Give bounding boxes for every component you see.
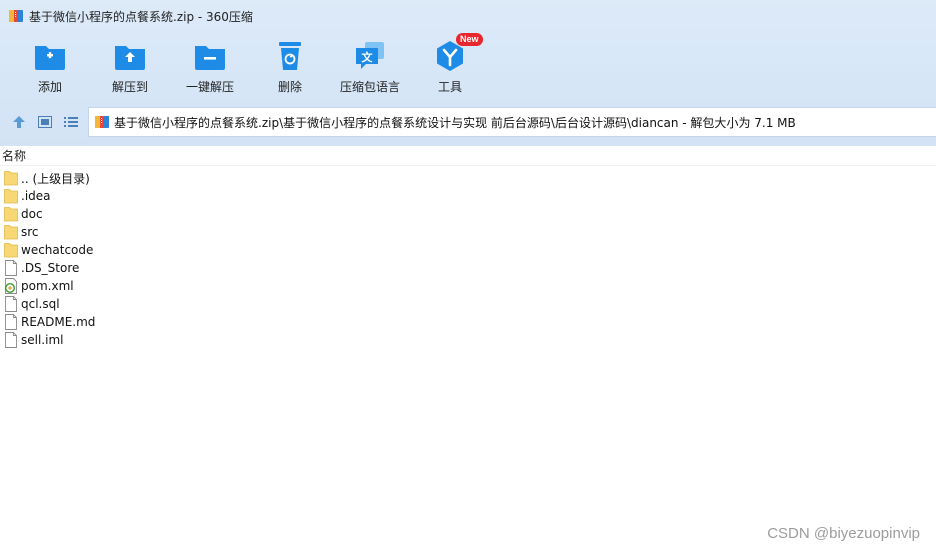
- navigation-row: 基于微信小程序的点餐系统.zip\基于微信小程序的点餐系统设计与实现 前后台源码…: [0, 107, 936, 137]
- add-button-label: 添加: [37, 80, 62, 94]
- add-button[interactable]: 添加: [10, 36, 90, 98]
- file-name: qcl.sql: [21, 297, 60, 311]
- toolbar: 添加 解压到 一键解压 删除 文 压缩包语言 New 工具: [10, 33, 490, 98]
- document-icon: [5, 332, 17, 348]
- extract-to-button[interactable]: 解压到: [90, 36, 170, 98]
- watermark: CSDN @biyezuopinvip: [767, 525, 920, 542]
- file-row-pom-xml[interactable]: pom.xml: [0, 277, 936, 295]
- file-name: wechatcode: [21, 243, 94, 257]
- address-path: 基于微信小程序的点餐系统.zip\基于微信小程序的点餐系统设计与实现 前后台源码…: [114, 115, 796, 130]
- column-header-name[interactable]: 名称: [2, 147, 26, 164]
- language-icon: 文: [356, 42, 384, 69]
- archive-icon: [95, 116, 109, 128]
- file-list-header: 名称: [0, 146, 936, 166]
- file-row-wechatcode[interactable]: wechatcode: [0, 241, 936, 259]
- archive-language-button-label: 压缩包语言: [339, 80, 400, 94]
- one-click-extract-button[interactable]: 一键解压: [170, 36, 250, 98]
- thumbnail-view-button[interactable]: [34, 111, 56, 133]
- list-view-button[interactable]: [60, 111, 82, 133]
- folder-icon: [4, 243, 18, 258]
- file-name: .. (上级目录): [21, 171, 90, 186]
- delete-button-label: 删除: [277, 80, 302, 94]
- file-row-ds-store[interactable]: .DS_Store: [0, 259, 936, 277]
- file-row-sell-iml[interactable]: sell.iml: [0, 331, 936, 349]
- new-badge: New: [456, 33, 483, 46]
- thumbnail-view-icon: [38, 116, 52, 128]
- folder-icon: [4, 171, 18, 186]
- delete-icon: [279, 42, 301, 70]
- extract-to-icon: [115, 46, 145, 70]
- file-list: .. (上级目录) .idea doc src wechatcode .DS_S…: [0, 169, 936, 349]
- file-name: README.md: [21, 315, 96, 329]
- file-row-qcl-sql[interactable]: qcl.sql: [0, 295, 936, 313]
- document-icon: [5, 260, 17, 276]
- xml-file-icon: [4, 278, 17, 294]
- delete-button[interactable]: 删除: [250, 36, 330, 98]
- file-row-doc[interactable]: doc: [0, 205, 936, 223]
- archive-language-button[interactable]: 文 压缩包语言: [330, 36, 410, 98]
- title-bar: 基于微信小程序的点餐系统.zip - 360压缩: [0, 0, 936, 32]
- file-name: .DS_Store: [21, 261, 80, 275]
- address-bar[interactable]: 基于微信小程序的点餐系统.zip\基于微信小程序的点餐系统设计与实现 前后台源码…: [88, 107, 936, 137]
- one-click-extract-button-label: 一键解压: [185, 80, 234, 94]
- up-arrow-icon: [13, 116, 25, 128]
- file-row-src[interactable]: src: [0, 223, 936, 241]
- folder-icon: [4, 225, 18, 240]
- document-icon: [5, 296, 17, 312]
- add-icon: [35, 46, 65, 70]
- folder-icon: [4, 207, 18, 222]
- one-click-extract-icon: [195, 46, 225, 70]
- file-name: doc: [21, 207, 43, 221]
- tools-button-label: 工具: [437, 80, 462, 94]
- window-title: 基于微信小程序的点餐系统.zip - 360压缩: [29, 9, 253, 24]
- file-row-idea[interactable]: .idea: [0, 187, 936, 205]
- svg-text:文: 文: [362, 50, 374, 64]
- document-icon: [5, 314, 17, 330]
- list-view-icon: [64, 117, 78, 127]
- archive-icon: [9, 10, 23, 22]
- folder-icon: [4, 189, 18, 204]
- file-name: sell.iml: [21, 333, 64, 347]
- extract-to-button-label: 解压到: [111, 80, 148, 94]
- file-row-parent-directory[interactable]: .. (上级目录): [0, 169, 936, 187]
- file-row-readme-md[interactable]: README.md: [0, 313, 936, 331]
- file-name: src: [21, 225, 39, 239]
- up-directory-button[interactable]: [8, 111, 30, 133]
- file-name: .idea: [21, 189, 51, 203]
- file-name: pom.xml: [21, 279, 74, 293]
- window-chrome: 基于微信小程序的点餐系统.zip - 360压缩 添加 解压到 一键解压 删除 …: [0, 0, 936, 146]
- tools-button[interactable]: New 工具: [410, 33, 490, 98]
